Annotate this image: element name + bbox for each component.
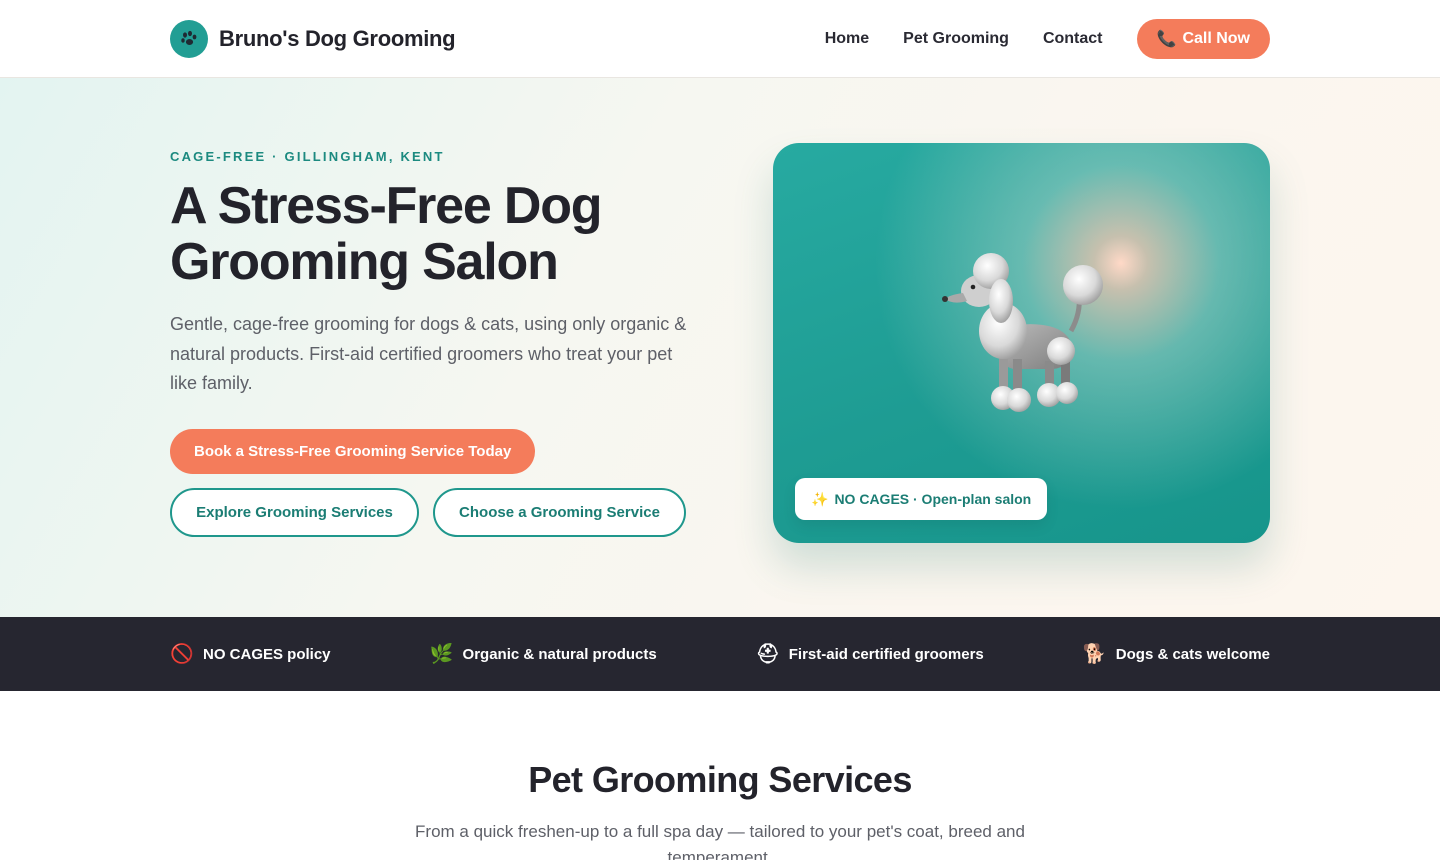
no-cages-badge-text: NO CAGES · Open-plan salon	[834, 491, 1032, 507]
no-entry-icon: 🚫	[170, 644, 194, 665]
feature-first-aid-label: First-aid certified groomers	[788, 645, 984, 663]
paw-icon	[181, 30, 197, 45]
features-band-inner: 🚫 NO CAGES policy 🌿 Organic & natural pr…	[170, 617, 1270, 691]
herb-icon: 🌿	[429, 644, 454, 665]
hero-inner: CAGE-FREE · GILLINGHAM, KENT A Stress-Fr…	[170, 78, 1270, 617]
feature-no-cages-label: NO CAGES policy	[203, 645, 331, 663]
brand-name: Bruno's Dog Grooming	[219, 26, 456, 51]
feature-dogs-cats-label: Dogs & cats welcome	[1115, 645, 1270, 663]
brand[interactable]: Bruno's Dog Grooming	[170, 20, 456, 58]
hero-subtitle: Gentle, cage-free grooming for dogs & ca…	[170, 314, 687, 393]
features-band: 🚫 NO CAGES policy 🌿 Organic & natural pr…	[0, 617, 1440, 691]
hero-section: CAGE-FREE · GILLINGHAM, KENT A Stress-Fr…	[0, 78, 1440, 617]
paw-logo-icon	[170, 20, 208, 58]
nav-pet-grooming-link[interactable]: Pet Grooming	[903, 30, 1009, 48]
site-header: Bruno's Dog Grooming Home Pet Grooming C…	[0, 0, 1440, 78]
feature-organic: 🌿 Organic & natural products	[430, 642, 657, 666]
poodle-icon	[942, 253, 1103, 412]
header-inner: Bruno's Dog Grooming Home Pet Grooming C…	[170, 0, 1270, 78]
call-now-label: Call Now	[1182, 30, 1250, 47]
services-section: Pet Grooming Services From a quick fresh…	[0, 691, 1440, 860]
phone-icon: 📞	[1156, 31, 1177, 48]
services-subtitle: From a quick freshen-up to a full spa da…	[415, 822, 1025, 860]
feature-first-aid: ⛑ First-aid certified groomers	[756, 642, 984, 666]
feature-organic-label: Organic & natural products	[462, 645, 657, 663]
choose-service-button[interactable]: Choose a Grooming Service	[433, 488, 686, 537]
hero-title: A Stress-Free Dog Grooming Salon	[170, 177, 603, 291]
nav-contact-link[interactable]: Contact	[1043, 30, 1103, 48]
explore-services-button[interactable]: Explore Grooming Services	[170, 488, 419, 537]
dog-icon: 🐕	[1082, 644, 1107, 665]
call-now-button[interactable]: 📞 Call Now	[1136, 19, 1270, 59]
hero-eyebrow: CAGE-FREE · GILLINGHAM, KENT	[170, 149, 445, 164]
feature-dogs-cats: 🐕 Dogs & cats welcome	[1083, 642, 1270, 666]
sparkles-icon: ✨	[811, 490, 829, 507]
main-nav: Home Pet Grooming Contact 📞 Call Now	[825, 19, 1270, 59]
nav-home-link[interactable]: Home	[825, 30, 869, 48]
services-title: Pet Grooming Services	[528, 759, 912, 800]
feature-no-cages: 🚫 NO CAGES policy	[170, 642, 331, 666]
hero-image-card: ✨ NO CAGES · Open-plan salon	[773, 143, 1270, 543]
book-grooming-button[interactable]: Book a Stress-Free Grooming Service Toda…	[170, 429, 536, 474]
rescue-helmet-icon: ⛑	[755, 644, 780, 665]
no-cages-badge: ✨ NO CAGES · Open-plan salon	[795, 478, 1048, 520]
